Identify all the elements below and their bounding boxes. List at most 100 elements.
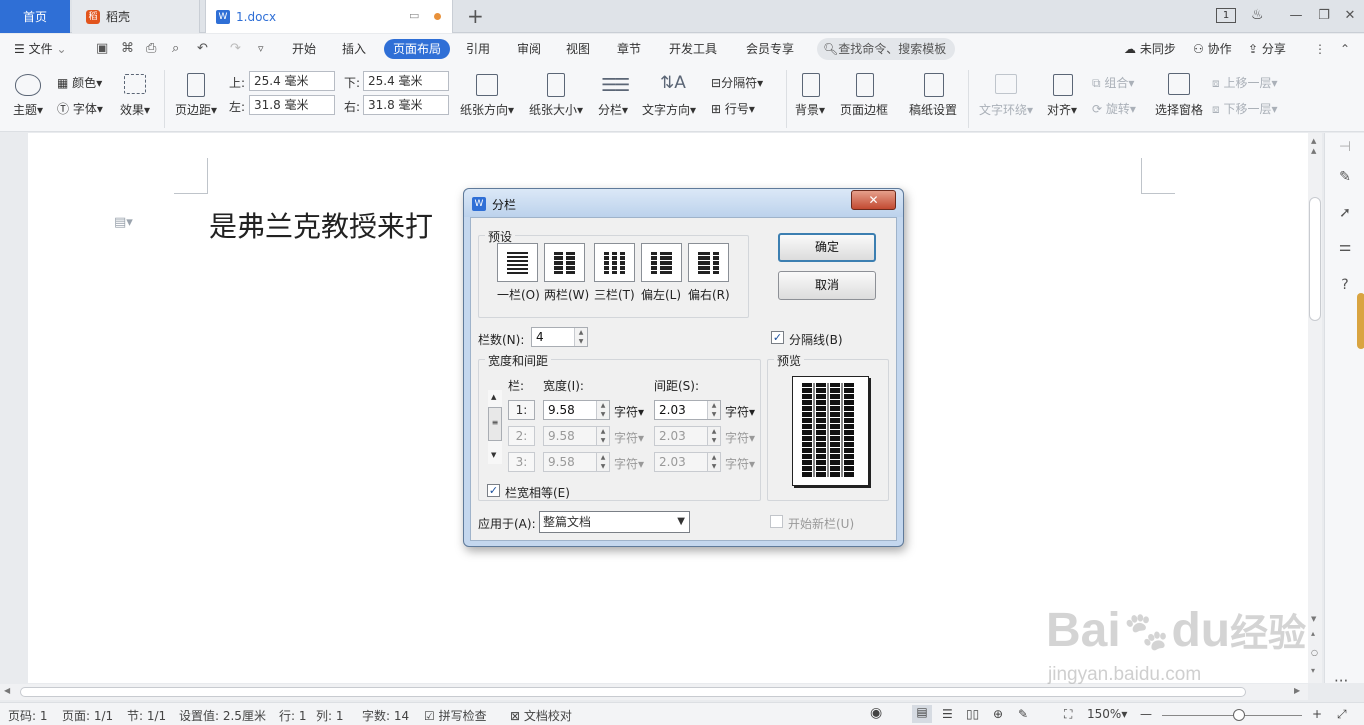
ok-button[interactable]: 确定 — [778, 233, 876, 262]
column-1-width-unit[interactable]: 字符▾ — [614, 403, 644, 420]
zoom-in-icon[interactable]: + — [1312, 707, 1322, 721]
selection-pane-icon[interactable] — [1168, 73, 1190, 95]
dialog-titlebar[interactable]: W 分栏 ✕ — [464, 189, 903, 217]
menu-view[interactable]: 视图 — [566, 34, 590, 64]
background-button[interactable]: 背景▾ — [795, 101, 825, 118]
paper-size-icon[interactable] — [547, 73, 565, 97]
apply-to-select[interactable]: 整篇文档 ▼ — [539, 511, 690, 533]
theme-palette-icon[interactable] — [15, 74, 41, 96]
select-browse-icon[interactable]: ○ — [1311, 648, 1318, 657]
status-col[interactable]: 列: 1 — [316, 707, 344, 724]
separator-button[interactable]: ⊟分隔符▾ — [711, 74, 763, 91]
prev-page-icon[interactable]: ▴ — [1311, 629, 1315, 638]
save-icon[interactable]: ▣ — [96, 34, 108, 64]
columns-icon[interactable]: ☰☰ — [601, 75, 630, 96]
scroll-up-icon[interactable]: ▲ — [1311, 137, 1316, 145]
new-tab-button[interactable]: + — [467, 4, 484, 28]
background-icon[interactable] — [802, 73, 820, 97]
orientation-icon[interactable] — [476, 74, 498, 96]
print-preview-icon[interactable]: ⌕ — [172, 34, 179, 64]
line-numbers-button[interactable]: ⊞ 行号▾ — [711, 100, 755, 117]
document-text[interactable]: 是弗兰克教授来打 — [209, 205, 433, 245]
minimize-button[interactable]: — — [1282, 0, 1310, 32]
scroll-thumb[interactable] — [1309, 197, 1321, 321]
separator-checkbox[interactable]: ✓ — [771, 331, 784, 344]
page-view-icon[interactable]: ▤ — [912, 705, 932, 723]
pen-icon[interactable]: ✎ — [1335, 167, 1355, 187]
help-icon[interactable]: ? — [1335, 275, 1355, 295]
paper-size-button[interactable]: 纸张大小▾ — [529, 101, 583, 118]
menu-developer[interactable]: 开发工具 — [669, 34, 717, 64]
command-search[interactable]: 🔍︎查找命令、搜索模板 — [817, 38, 955, 60]
effects-icon[interactable] — [124, 74, 146, 94]
menu-references[interactable]: 引用 — [466, 34, 490, 64]
side-tab[interactable] — [1357, 293, 1364, 349]
status-section[interactable]: 节: 1/1 — [127, 707, 166, 724]
list-scroll-thumb[interactable]: ≡ — [488, 407, 502, 441]
columns-button[interactable]: 分栏▾ — [598, 101, 628, 118]
spinner-arrows-icon[interactable]: ▲ ▼ — [596, 401, 609, 419]
preset-three-columns[interactable] — [594, 243, 635, 282]
scroll-up-icon[interactable]: ▲ — [1311, 147, 1316, 155]
fit-page-icon[interactable]: ⛶ — [1064, 707, 1072, 722]
menu-start[interactable]: 开始 — [292, 34, 316, 64]
scroll-left-icon[interactable]: ◀ — [4, 686, 10, 695]
status-words[interactable]: 字数: 14 — [362, 707, 409, 724]
scroll-down-icon[interactable]: ▼ — [1311, 615, 1316, 623]
restore-button[interactable]: ❐ — [1310, 0, 1338, 32]
preset-left[interactable] — [641, 243, 682, 282]
tab-document[interactable]: W 1.docx ▭ — [205, 0, 453, 33]
status-page-number[interactable]: 页码: 1 — [8, 707, 48, 724]
dialog-close-button[interactable]: ✕ — [851, 190, 896, 210]
format-painter-icon[interactable]: ⌘ — [121, 34, 134, 64]
preset-right[interactable] — [688, 243, 729, 282]
columns-list-scrollbar[interactable]: ▲ ≡ ▼ — [488, 390, 502, 464]
redo-icon[interactable]: ↷ — [230, 34, 241, 64]
text-direction-button[interactable]: 文字方向▾ — [642, 101, 696, 118]
page-badge[interactable]: 1 — [1216, 8, 1236, 23]
status-setting[interactable]: 设置值: 2.5厘米 — [179, 707, 266, 724]
quick-access-dropdown-icon[interactable]: ▿ — [258, 34, 264, 64]
zoom-out-icon[interactable]: — — [1140, 707, 1152, 721]
undo-icon[interactable]: ↶ — [197, 34, 208, 64]
tab-home[interactable]: 首页 — [0, 0, 70, 33]
column-1-width-input[interactable]: 9.58 ▲ ▼ — [543, 400, 610, 420]
menu-review[interactable]: 审阅 — [517, 34, 541, 64]
reading-view-icon[interactable]: ▯▯ — [966, 707, 979, 721]
equal-width-checkbox[interactable]: ✓ — [487, 484, 500, 497]
column-1-spacing-unit[interactable]: 字符▾ — [725, 403, 755, 420]
menu-section[interactable]: 章节 — [617, 34, 641, 64]
num-columns-input[interactable]: 4 ▲ ▼ — [531, 327, 588, 347]
preset-one-column[interactable] — [497, 243, 538, 282]
orientation-button[interactable]: 纸张方向▾ — [460, 101, 514, 118]
preset-two-columns[interactable] — [544, 243, 585, 282]
horizontal-scrollbar[interactable]: ◀ ▶ — [0, 684, 1308, 700]
pin-icon[interactable]: ⊣ — [1335, 137, 1355, 157]
proofread-button[interactable]: ⊠ 文档校对 — [510, 707, 572, 724]
theme-button[interactable]: 主题▾ — [13, 101, 43, 118]
status-pages[interactable]: 页面: 1/1 — [62, 707, 113, 724]
share-button[interactable]: ⇪ 分享 — [1248, 34, 1286, 64]
align-icon[interactable] — [1053, 74, 1073, 96]
margins-icon[interactable] — [187, 73, 205, 97]
column-1-spacing-input[interactable]: 2.03 ▲ ▼ — [654, 400, 721, 420]
spell-check-button[interactable]: ☑ 拼写检查 — [424, 707, 487, 724]
web-view-icon[interactable]: ⊕ — [993, 707, 1003, 721]
menu-page-layout[interactable]: 页面布局 — [384, 39, 451, 59]
page-border-button[interactable]: 页面边框 — [840, 101, 888, 118]
collapse-ribbon-icon[interactable]: ⌃ — [1340, 34, 1350, 64]
more-options-icon[interactable]: ··· — [1334, 672, 1348, 690]
menu-insert[interactable]: 插入 — [342, 34, 366, 64]
eye-protection-icon[interactable]: ◉ — [870, 705, 882, 721]
spinner-arrows-icon[interactable]: ▲ ▼ — [574, 328, 587, 346]
fonts-button[interactable]: Ⓣ 字体▾ — [57, 100, 103, 117]
zoom-level[interactable]: 150%▾ — [1087, 707, 1127, 721]
manuscript-button[interactable]: 稿纸设置 — [909, 101, 957, 118]
bottom-margin-input[interactable]: 25.4 毫米 — [363, 71, 449, 91]
next-page-icon[interactable]: ▾ — [1311, 666, 1315, 675]
write-mode-icon[interactable]: ✎ — [1018, 707, 1028, 721]
collab-button[interactable]: ⚇ 协作 — [1193, 34, 1232, 64]
tab-docer[interactable]: 稻 稻壳 — [72, 0, 200, 33]
print-icon[interactable]: ⎙ — [146, 34, 156, 64]
left-margin-input[interactable]: 31.8 毫米 — [249, 95, 335, 115]
